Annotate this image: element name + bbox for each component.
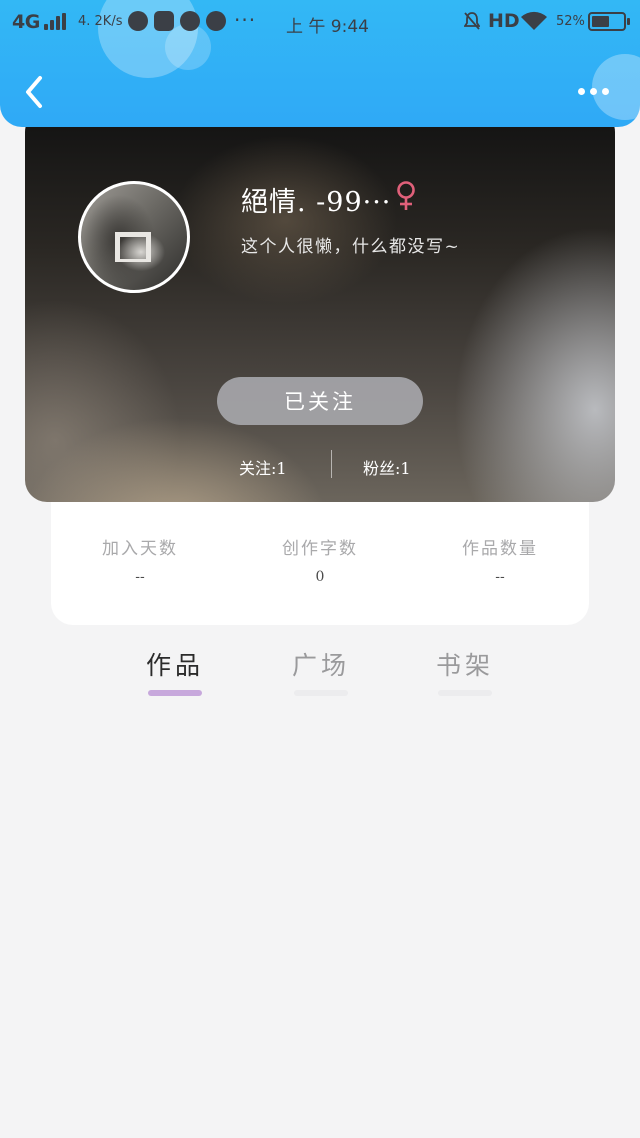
stat-value: --	[135, 569, 145, 585]
tab-indicator	[148, 690, 202, 696]
tab-label: 广场	[291, 651, 350, 680]
battery-percent: 52%	[556, 14, 585, 29]
music-app-icon	[206, 11, 226, 31]
female-gender-icon	[397, 181, 415, 210]
back-button[interactable]	[18, 72, 52, 112]
stat-value: --	[495, 569, 505, 585]
mail-app-icon	[154, 11, 174, 31]
tab-works[interactable]: 作品	[120, 646, 230, 706]
network-type: 4G	[12, 11, 40, 33]
stat-label: 创作字数	[282, 539, 358, 559]
content-tabs: 作品 广场 书架	[0, 640, 640, 710]
tab-bookshelf[interactable]: 书架	[410, 646, 520, 706]
divider	[331, 450, 332, 478]
tab-label: 书架	[435, 651, 494, 680]
follow-counts: 关注:1 粉丝:1	[25, 450, 615, 480]
stat-works-count: 作品数量 --	[420, 534, 580, 585]
cat-app-icon	[128, 11, 148, 31]
stat-label: 加入天数	[102, 539, 178, 559]
tab-label: 作品	[145, 651, 204, 680]
network-speed: 4. 2K/s	[78, 14, 123, 29]
user-bio: 这个人很懒，什么都没写~	[241, 237, 461, 257]
stat-word-count: 创作字数 0	[240, 534, 400, 585]
status-bar: 4G 4. 2K/s ··· 上 午 9:44 HD 52%	[0, 0, 640, 44]
fans-count[interactable]: 粉丝:1	[363, 455, 411, 479]
tab-indicator	[294, 690, 348, 696]
wifi-icon	[521, 11, 547, 30]
following-count[interactable]: 关注:1	[239, 455, 287, 479]
following-button[interactable]: 已关注	[217, 377, 423, 425]
fan-app-icon	[180, 11, 200, 31]
avatar[interactable]	[78, 181, 190, 293]
app-header: 4G 4. 2K/s ··· 上 午 9:44 HD 52%	[0, 0, 640, 127]
mute-bell-icon	[464, 12, 480, 30]
profile-card: 絕情. -99··· 这个人很懒，什么都没写~ 已关注 关注:1 粉丝:1	[25, 110, 615, 502]
battery-icon	[588, 12, 630, 31]
stat-join-days: 加入天数 --	[60, 534, 220, 585]
stat-label: 作品数量	[462, 539, 538, 559]
stat-value: 0	[315, 569, 325, 585]
tab-indicator	[438, 690, 492, 696]
signal-icon	[44, 13, 68, 30]
clock: 上 午 9:44	[286, 17, 369, 37]
more-notifications: ···	[234, 8, 257, 32]
user-nickname: 絕情. -99···	[241, 187, 392, 218]
tab-square[interactable]: 广场	[266, 646, 376, 706]
hd-indicator: HD	[488, 10, 520, 32]
more-options-button[interactable]	[572, 78, 616, 106]
